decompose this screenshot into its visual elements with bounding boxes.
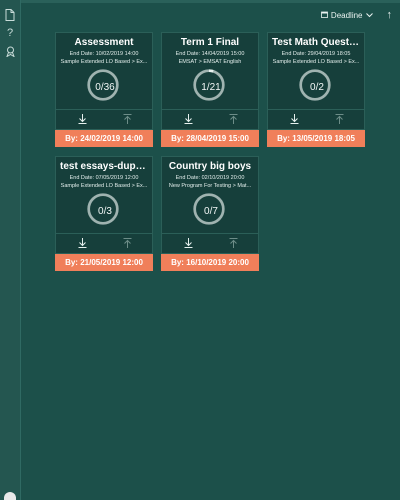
upload-icon[interactable] <box>120 113 134 125</box>
card-path: New Program For Testing > Mat... <box>168 183 252 189</box>
download-icon[interactable] <box>75 237 89 249</box>
card-divider <box>268 109 364 110</box>
card-divider <box>56 109 152 110</box>
sort-bar: Deadline ↑ <box>321 8 392 22</box>
card-title: Assessment <box>74 37 134 48</box>
sort-ascending-icon[interactable]: ↑ <box>387 9 393 21</box>
card-body: Country big boys End Date: 02/10/2019 20… <box>161 156 259 254</box>
deadline-bar: By: 21/05/2019 12:00 <box>55 254 153 271</box>
download-icon[interactable] <box>181 113 195 125</box>
upload-icon[interactable] <box>120 237 134 249</box>
avatar[interactable] <box>4 492 16 500</box>
card-end-date: End Date: 29/04/2019 18:05 <box>281 51 351 57</box>
download-icon[interactable] <box>287 113 301 125</box>
chevron-down-icon <box>365 11 373 20</box>
card-title: Test Math Questio... <box>272 37 360 48</box>
assessment-card[interactable]: Test Math Questio... End Date: 29/04/201… <box>267 32 365 148</box>
card-path: Sample Extended LO Based > Ex... <box>272 59 360 65</box>
deadline-bar: By: 13/05/2019 18:05 <box>267 130 365 147</box>
document-icon[interactable] <box>3 8 17 22</box>
card-body: Term 1 Final End Date: 14/04/2019 15:00 … <box>161 32 259 130</box>
deadline-bar: By: 28/04/2019 15:00 <box>161 130 259 147</box>
badge-icon[interactable] <box>3 44 17 58</box>
sidebar: ? <box>0 0 21 500</box>
card-divider <box>162 109 258 110</box>
progress-text: 0/36 <box>95 81 115 93</box>
card-title: Country big boys <box>168 161 252 172</box>
card-path: Sample Extended LO Based > Ex... <box>60 59 148 65</box>
sort-dropdown[interactable]: Deadline <box>321 11 373 20</box>
card-divider <box>162 233 258 234</box>
card-path: Sample Extended LO Based > Ex... <box>60 183 148 189</box>
download-icon[interactable] <box>75 113 89 125</box>
progress-text: 0/3 <box>98 205 112 217</box>
card-end-date: End Date: 14/04/2019 15:00 <box>175 51 245 57</box>
help-icon[interactable]: ? <box>3 26 17 40</box>
sort-label: Deadline <box>330 10 363 20</box>
deadline-bar: By: 24/02/2019 14:00 <box>55 130 153 147</box>
card-end-date: End Date: 10/02/2019 14:00 <box>69 51 139 57</box>
card-divider <box>56 233 152 234</box>
assessment-card[interactable]: test essays-duplic... End Date: 07/05/20… <box>55 156 153 272</box>
card-title: test essays-duplic... <box>60 161 148 172</box>
calendar-icon <box>321 11 328 20</box>
card-body: Test Math Questio... End Date: 29/04/201… <box>267 32 365 130</box>
upload-icon[interactable] <box>226 113 240 125</box>
card-end-date: End Date: 02/10/2019 20:00 <box>175 175 245 181</box>
card-body: test essays-duplic... End Date: 07/05/20… <box>55 156 153 254</box>
card-end-date: End Date: 07/05/2019 12:00 <box>69 175 139 181</box>
download-icon[interactable] <box>181 237 195 249</box>
deadline-bar: By: 16/10/2019 20:00 <box>161 254 259 271</box>
card-path: EMSAT > EMSAT English <box>178 59 242 65</box>
progress-text: 0/7 <box>204 205 218 217</box>
progress-text: 0/2 <box>310 81 324 93</box>
assessment-card[interactable]: Term 1 Final End Date: 14/04/2019 15:00 … <box>161 32 259 148</box>
assessment-card[interactable]: Assessment End Date: 10/02/2019 14:00 Sa… <box>55 32 153 148</box>
assessment-card[interactable]: Country big boys End Date: 02/10/2019 20… <box>161 156 259 272</box>
card-title: Term 1 Final <box>180 37 240 48</box>
card-body: Assessment End Date: 10/02/2019 14:00 Sa… <box>55 32 153 130</box>
upload-icon[interactable] <box>226 237 240 249</box>
upload-icon[interactable] <box>332 113 346 125</box>
top-border <box>20 0 400 3</box>
progress-text: 1/21 <box>201 81 221 93</box>
